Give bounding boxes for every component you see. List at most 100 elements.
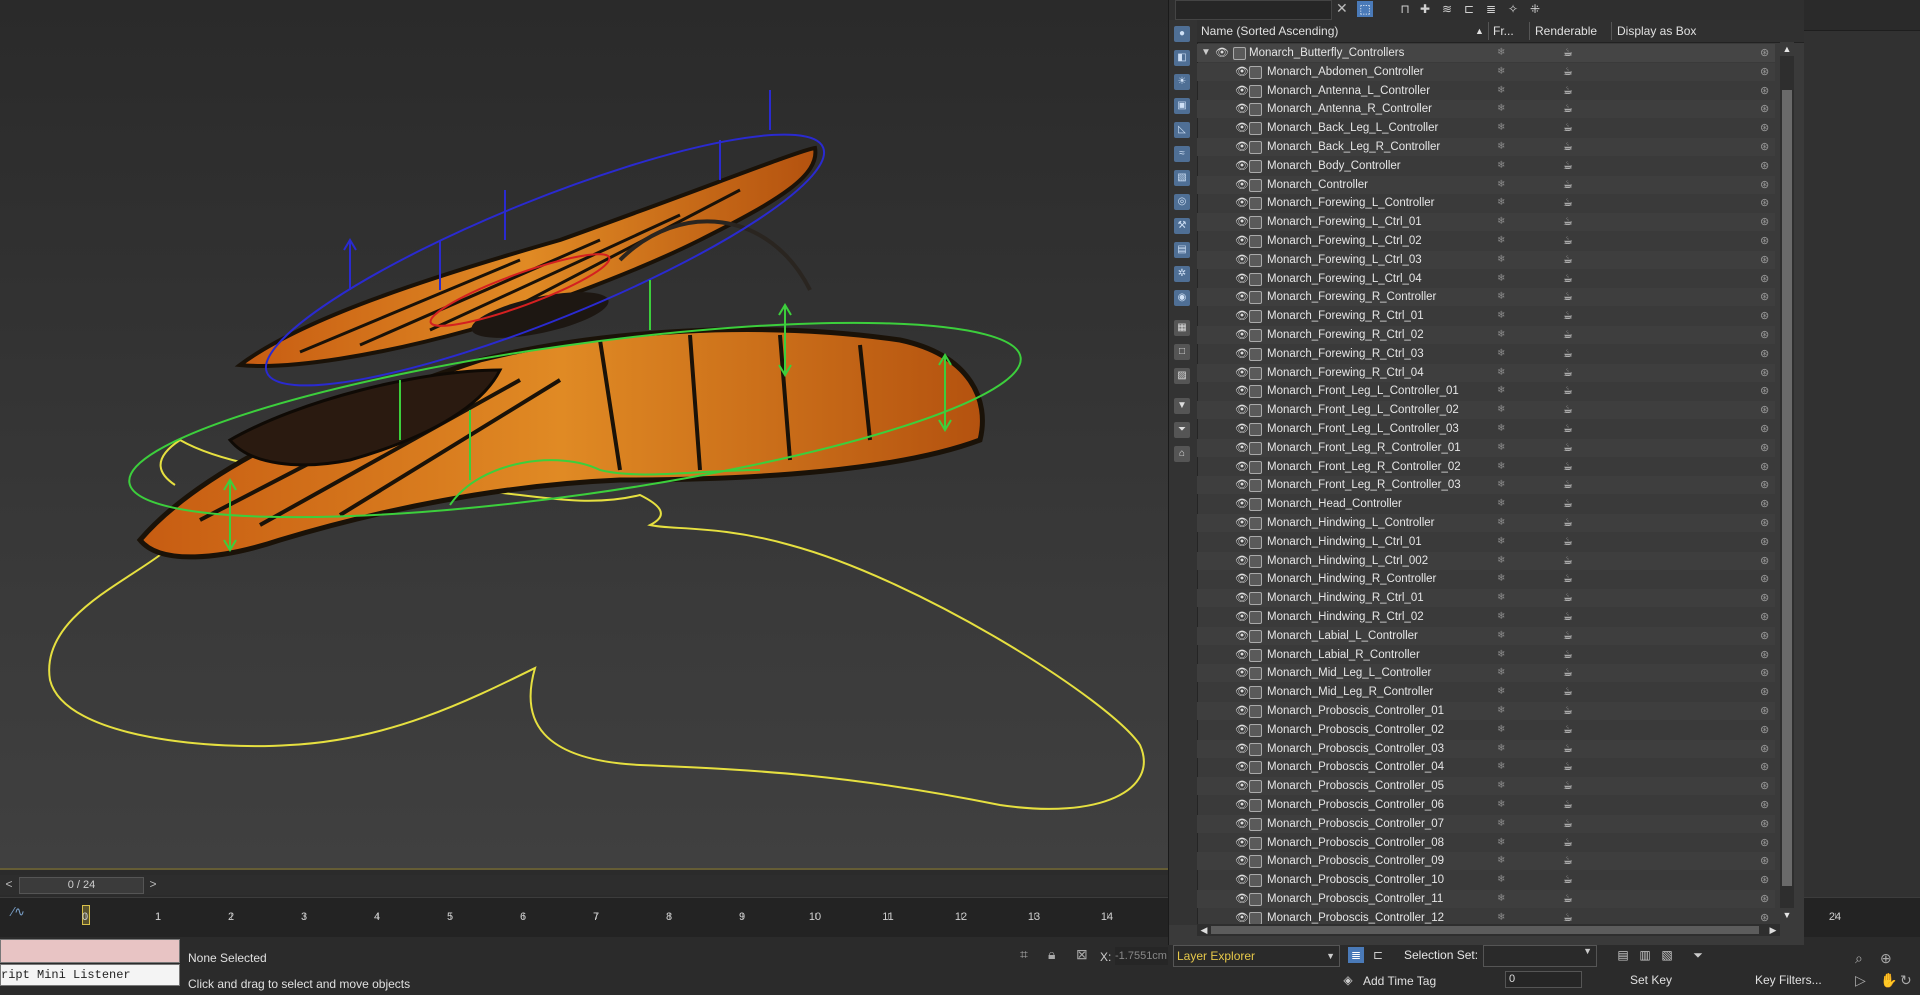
freeze-icon[interactable]: ❄ xyxy=(1497,514,1505,532)
display-as-box-icon[interactable]: ⊛ xyxy=(1760,758,1769,776)
filter-icon[interactable]: ⏷ xyxy=(1690,947,1706,963)
renderable-icon[interactable]: ☕︎ xyxy=(1563,777,1573,795)
tree-row[interactable]: 👁︎ Monarch_Proboscis_Controller_08 ❄ ☕︎ ⊛ xyxy=(1197,834,1775,852)
absolute-mode-icon[interactable]: ⊠ xyxy=(1076,946,1088,963)
freeze-icon[interactable]: ❄ xyxy=(1497,871,1505,889)
visibility-eye-icon[interactable]: 👁︎ xyxy=(1235,721,1249,739)
freeze-icon[interactable]: ❄ xyxy=(1497,570,1505,588)
renderable-icon[interactable]: ☕︎ xyxy=(1563,63,1573,81)
freeze-icon[interactable]: ❄ xyxy=(1497,100,1505,118)
freeze-icon[interactable]: ❄ xyxy=(1497,852,1505,870)
freeze-icon[interactable]: ❄ xyxy=(1497,589,1505,607)
tree-row[interactable]: 👁︎ Monarch_Forewing_R_Ctrl_04 ❄ ☕︎ ⊛ xyxy=(1197,363,1775,382)
renderable-icon[interactable]: ☕︎ xyxy=(1563,44,1573,62)
explorer-type-select[interactable]: Layer Explorer ▼ xyxy=(1173,945,1340,967)
visibility-eye-icon[interactable]: 👁︎ xyxy=(1235,119,1249,137)
display-as-box-icon[interactable]: ⊛ xyxy=(1760,44,1769,62)
select-mode-icon[interactable]: ⬚ xyxy=(1357,1,1373,17)
freeze-icon[interactable]: ❄ xyxy=(1497,119,1505,137)
tree-row[interactable]: 👁︎ Monarch_Body_Controller ❄ ☕︎ ⊛ xyxy=(1197,157,1775,175)
scroll-down-icon[interactable]: ▼ xyxy=(1780,908,1794,922)
scroll-left-icon[interactable]: ◀ xyxy=(1197,924,1211,936)
renderable-icon[interactable]: ☕︎ xyxy=(1563,307,1573,325)
explorer-tree[interactable]: ▼ 👁︎ Monarch_Butterfly_Controllers ❄ ☕︎ ⊛ 👁︎ Mo… xyxy=(1197,44,1775,924)
scroll-thumb[interactable] xyxy=(1782,90,1792,886)
display-as-box-icon[interactable]: ⊛ xyxy=(1760,777,1769,795)
visibility-eye-icon[interactable]: 👁︎ xyxy=(1235,834,1249,852)
renderable-icon[interactable]: ☕︎ xyxy=(1563,890,1573,908)
lights-filter-icon[interactable]: ☀ xyxy=(1174,74,1190,90)
display-as-box-icon[interactable]: ⊛ xyxy=(1760,458,1769,476)
visibility-eye-icon[interactable]: 👁︎ xyxy=(1235,646,1249,664)
tree-row[interactable]: 👁︎ Monarch_Proboscis_Controller_09 ❄ ☕︎ ⊛ xyxy=(1197,852,1775,871)
display-as-box-icon[interactable]: ⊛ xyxy=(1760,364,1769,382)
visibility-eye-icon[interactable]: 👁︎ xyxy=(1215,44,1229,62)
display-as-box-icon[interactable]: ⊛ xyxy=(1760,871,1769,889)
tree-row[interactable]: 👁︎ Monarch_Forewing_L_Ctrl_01 ❄ ☕︎ ⊛ xyxy=(1197,213,1775,232)
tree-row[interactable]: 👁︎ Monarch_Back_Leg_R_Controller ❄ ☕︎ ⊛ xyxy=(1197,138,1775,156)
visibility-eye-icon[interactable]: 👁︎ xyxy=(1235,796,1249,814)
visibility-eye-icon[interactable]: 👁︎ xyxy=(1235,702,1249,720)
renderable-icon[interactable]: ☕︎ xyxy=(1563,533,1573,551)
edit-selection-set-icon[interactable]: ▤ xyxy=(1615,947,1631,963)
tree-row[interactable]: 👁︎ Monarch_Forewing_L_Ctrl_04 ❄ ☕︎ ⊛ xyxy=(1197,270,1775,288)
explorer-horizontal-scrollbar[interactable]: ◀ ▶ xyxy=(1197,924,1780,936)
tree-row[interactable]: 👁︎ Monarch_Hindwing_R_Ctrl_01 ❄ ☕︎ ⊛ xyxy=(1197,589,1775,608)
hscroll-thumb[interactable] xyxy=(1211,926,1759,934)
visibility-eye-icon[interactable]: 👁︎ xyxy=(1235,758,1249,776)
display-as-box-icon[interactable]: ⊛ xyxy=(1760,608,1769,626)
zoom-icon[interactable]: ⌕ xyxy=(1855,950,1863,967)
visibility-eye-icon[interactable]: 👁︎ xyxy=(1235,458,1249,476)
set-key-button[interactable]: Set Key xyxy=(1630,973,1672,987)
renderable-icon[interactable]: ☕︎ xyxy=(1563,552,1573,570)
visibility-eye-icon[interactable]: 👁︎ xyxy=(1235,683,1249,701)
orbit-icon[interactable]: ↻ xyxy=(1900,972,1912,989)
visibility-eye-icon[interactable]: 👁︎ xyxy=(1235,627,1249,645)
maxscript-listener-input[interactable] xyxy=(0,939,180,963)
freeze-icon[interactable]: ❄ xyxy=(1497,44,1505,62)
freeze-icon[interactable]: ❄ xyxy=(1497,476,1505,494)
display-as-box-icon[interactable]: ⊛ xyxy=(1760,852,1769,870)
freeze-icon[interactable]: ❄ xyxy=(1497,401,1505,419)
tree-row[interactable]: 👁︎ Monarch_Proboscis_Controller_03 ❄ ☕︎ ⊛ xyxy=(1197,739,1775,758)
column-frozen-header[interactable]: Fr... xyxy=(1493,24,1514,38)
display-as-box-icon[interactable]: ⊛ xyxy=(1760,420,1769,438)
renderable-icon[interactable]: ☕︎ xyxy=(1563,796,1573,814)
visibility-eye-icon[interactable]: 👁︎ xyxy=(1235,82,1249,100)
freeze-icon[interactable]: ❄ xyxy=(1497,82,1505,100)
visibility-eye-icon[interactable]: 👁︎ xyxy=(1235,552,1249,570)
tree-row[interactable]: 👁︎ Monarch_Abdomen_Controller ❄ ☕︎ ⊛ xyxy=(1197,62,1775,81)
tree-row[interactable]: 👁︎ Monarch_Labial_R_Controller ❄ ☕︎ ⊛ xyxy=(1197,646,1775,664)
visibility-eye-icon[interactable]: 👁︎ xyxy=(1235,589,1249,607)
tree-row[interactable]: 👁︎ Monarch_Forewing_L_Controller ❄ ☕︎ ⊛ xyxy=(1197,194,1775,212)
explorer-vertical-scrollbar[interactable]: ▲ ▼ xyxy=(1780,42,1794,922)
renderable-icon[interactable]: ☕︎ xyxy=(1563,627,1573,645)
renderable-icon[interactable]: ☕︎ xyxy=(1563,758,1573,776)
xref-filter-icon[interactable]: ◎ xyxy=(1174,194,1190,210)
visibility-eye-icon[interactable]: 👁︎ xyxy=(1235,890,1249,908)
renderable-icon[interactable]: ☕︎ xyxy=(1563,721,1573,739)
curve-editor-icon[interactable]: ∕∿ xyxy=(12,904,25,920)
pan-icon[interactable]: ✋ xyxy=(1880,972,1897,989)
renderable-icon[interactable]: ☕︎ xyxy=(1563,213,1573,231)
freeze-icon[interactable]: ❄ xyxy=(1497,646,1505,664)
renderable-icon[interactable]: ☕︎ xyxy=(1563,401,1573,419)
tree-row[interactable]: 👁︎ Monarch_Proboscis_Controller_02 ❄ ☕︎ ⊛ xyxy=(1197,721,1775,739)
spacewarp-filter-icon[interactable]: ≈ xyxy=(1174,146,1190,162)
visibility-eye-icon[interactable]: 👁︎ xyxy=(1235,345,1249,363)
visibility-eye-icon[interactable]: 👁︎ xyxy=(1235,815,1249,833)
display-as-box-icon[interactable]: ⊛ xyxy=(1760,345,1769,363)
tree-row[interactable]: 👁︎ Monarch_Forewing_L_Ctrl_03 ❄ ☕︎ ⊛ xyxy=(1197,250,1775,269)
scroll-right-icon[interactable]: ▶ xyxy=(1766,924,1780,936)
renderable-icon[interactable]: ☕︎ xyxy=(1563,100,1573,118)
groups-filter-icon[interactable]: ▧ xyxy=(1174,170,1190,186)
display-as-box-icon[interactable]: ⊛ xyxy=(1760,307,1769,325)
tree-row[interactable]: 👁︎ Monarch_Antenna_L_Controller ❄ ☕︎ ⊛ xyxy=(1197,82,1775,100)
visibility-eye-icon[interactable]: 👁︎ xyxy=(1235,326,1249,344)
freeze-icon[interactable]: ❄ xyxy=(1497,420,1505,438)
display-as-box-icon[interactable]: ⊛ xyxy=(1760,533,1769,551)
freeze-icon[interactable]: ❄ xyxy=(1497,176,1505,194)
visibility-eye-icon[interactable]: 👁︎ xyxy=(1235,852,1249,870)
freeze-icon[interactable]: ❄ xyxy=(1497,326,1505,344)
freeze-icon[interactable]: ❄ xyxy=(1497,307,1505,325)
